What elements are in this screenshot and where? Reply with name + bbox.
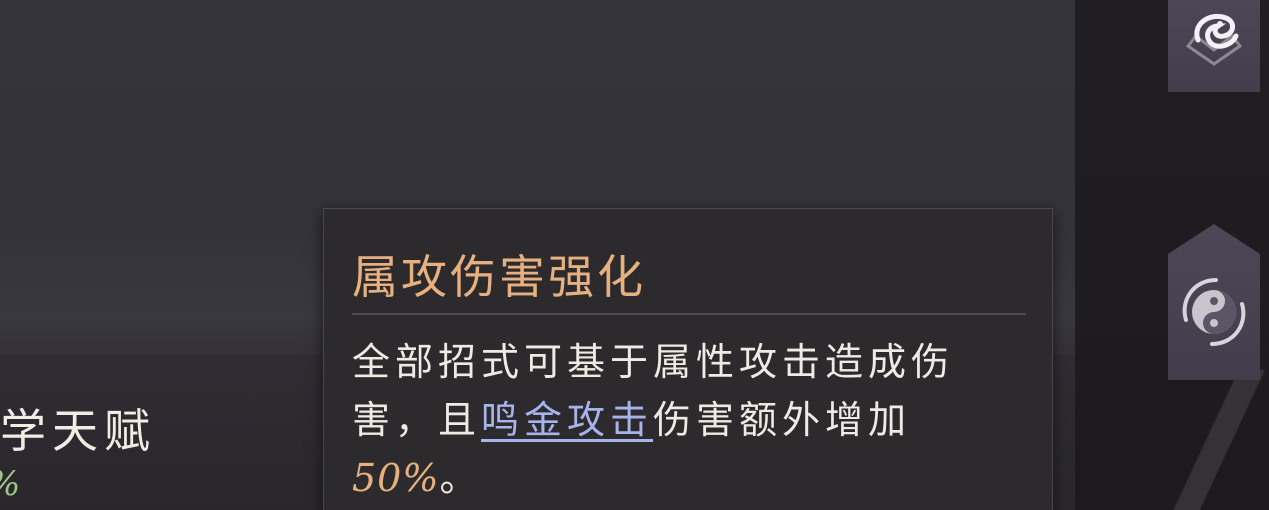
tooltip-title: 属攻伤害强化 xyxy=(352,250,646,304)
desc-text-end: 。 xyxy=(439,456,483,500)
yin-yang-icon xyxy=(1182,278,1246,346)
water-swirl-icon xyxy=(1185,14,1243,66)
keyword-link[interactable]: 鸣金攻击 xyxy=(481,398,653,442)
talent-tooltip: 属攻伤害强化 全部招式可基于属性攻击造成伤害，且鸣金攻击伤害额外增加50%。 xyxy=(323,208,1053,510)
skill-card-yinyang[interactable] xyxy=(1168,224,1260,380)
decorative-stroke xyxy=(1159,370,1269,510)
skill-card-water[interactable] xyxy=(1168,0,1260,92)
talent-title: 学天赋 xyxy=(0,404,156,458)
tooltip-divider xyxy=(352,313,1026,315)
bonus-value: 50% xyxy=(352,456,440,500)
desc-text-2: 伤害额外增加 xyxy=(653,398,912,442)
tooltip-description: 全部招式可基于属性攻击造成伤害，且鸣金攻击伤害额外增加50%。 xyxy=(352,333,972,507)
game-screen: 学天赋 % 属攻伤害强化 全部招式可基于属性攻击造成伤害，且鸣金攻击伤害额外增加… xyxy=(0,0,1269,510)
talent-percent-fragment: % xyxy=(0,464,20,504)
